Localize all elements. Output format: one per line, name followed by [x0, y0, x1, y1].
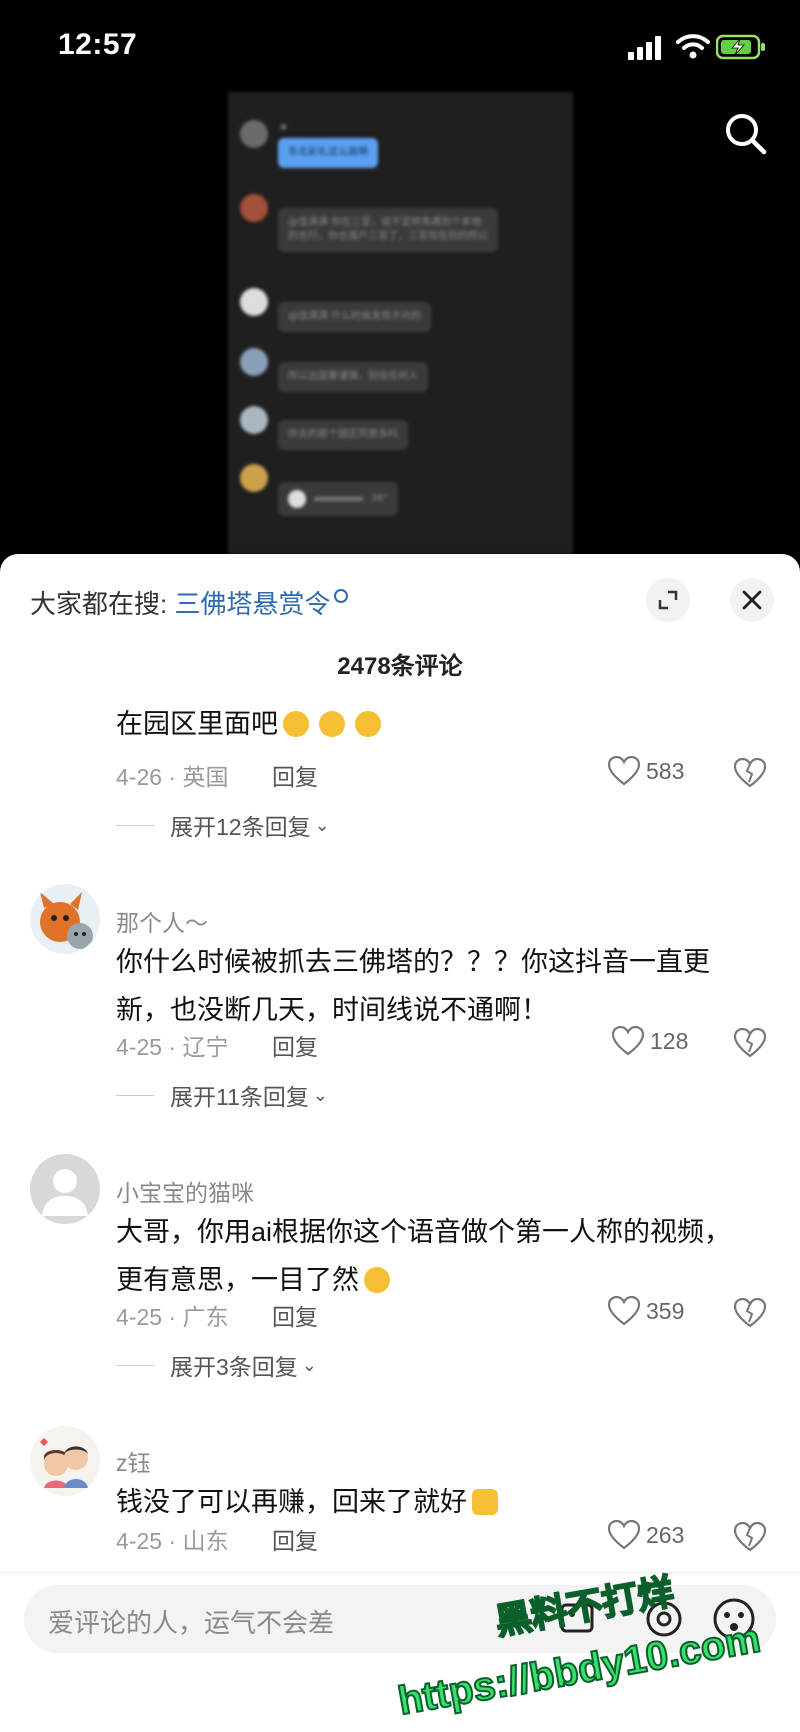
comment-username[interactable]: 小宝宝的猫咪 — [116, 1174, 254, 1208]
comment-date: 4-25 · 山东 — [116, 1528, 229, 1554]
heart-icon — [608, 1296, 640, 1326]
expand-replies[interactable]: 展开11条回复 ⌄ — [116, 1078, 328, 1112]
comment-username[interactable]: z钰 — [116, 1444, 151, 1478]
like-count: 128 — [650, 1027, 689, 1054]
wifi-icon — [676, 34, 710, 59]
expand-replies[interactable]: 展开3条回复 ⌄ — [116, 1348, 317, 1382]
expand-replies[interactable]: 展开12条回复 ⌄ — [116, 808, 330, 842]
close-button[interactable] — [730, 578, 774, 622]
video-chat-row: 你去的那个园区同意多吗 — [240, 406, 408, 450]
avatar — [240, 120, 268, 148]
play-icon[interactable] — [288, 490, 306, 508]
like-button[interactable]: 359 — [608, 1296, 684, 1326]
heart-icon — [608, 1520, 640, 1550]
chevron-down-icon: ⌄ — [314, 814, 330, 835]
comments-sheet: 大家都在搜: 三佛塔悬赏令 2478条评论 在园区里面吧 4-26 · 英国 回… — [0, 554, 800, 1731]
chevron-down-icon: ⌄ — [312, 1084, 328, 1105]
like-count: 583 — [646, 757, 685, 784]
thumbs-up-emoji-icon — [472, 1489, 498, 1515]
crying-emoji-icon — [283, 711, 309, 737]
signal-icon — [628, 36, 661, 60]
dislike-icon[interactable] — [734, 1298, 766, 1328]
like-count: 263 — [646, 1521, 685, 1548]
chat-bubble: 所以出国要谨慎，别信任何人 — [278, 362, 428, 392]
chat-bubble: 你去的那个园区同意多吗 — [278, 420, 408, 450]
like-button[interactable]: 128 — [612, 1026, 688, 1056]
comment-text: 你什么时候被抓去三佛塔的？？？你这抖音一直更 新，也没断几天，时间线说不通啊！ — [116, 947, 710, 1025]
like-count: 359 — [646, 1297, 685, 1324]
search-icon — [334, 589, 349, 603]
battery-icon — [716, 34, 765, 60]
comment-date: 4-26 · 英国 — [116, 764, 229, 790]
reply-button[interactable]: 回复 — [272, 758, 318, 792]
hot-search-keyword[interactable]: 三佛塔悬赏令 — [174, 589, 330, 619]
crying-emoji-icon — [319, 711, 345, 737]
heart-icon — [612, 1026, 644, 1056]
avatar — [240, 288, 268, 316]
avatar — [240, 348, 268, 376]
voice-duration: 36" — [370, 493, 388, 504]
search-icon[interactable] — [722, 110, 770, 158]
reply-button[interactable]: 回复 — [272, 1522, 318, 1556]
reply-button[interactable]: 回复 — [272, 1298, 318, 1332]
close-icon — [742, 590, 762, 610]
comment-input-placeholder: 爱评论的人，运气不会差 — [48, 1608, 335, 1638]
avatar[interactable] — [30, 1426, 100, 1496]
grin-emoji-icon — [364, 1267, 390, 1293]
avatar — [240, 464, 268, 492]
hot-search[interactable]: 大家都在搜: 三佛塔悬赏令 — [30, 584, 349, 621]
dislike-icon[interactable] — [734, 1028, 766, 1058]
like-button[interactable]: 583 — [608, 756, 684, 786]
chat-bubble: @佳满满 什么时候发现不对的 — [278, 302, 432, 332]
expand-icon — [658, 590, 678, 610]
comment-date: 4-25 · 广东 — [116, 1304, 229, 1330]
comment-text: 大哥，你用ai根据你这个语音做个第一人称的视频， 更有意思，一目了然 — [116, 1217, 732, 1295]
avatar — [240, 406, 268, 434]
video-chat-row: @佳满满 什么时候发现不对的 — [240, 288, 432, 332]
comment-username[interactable]: 那个人～ — [116, 904, 208, 938]
chat-bubble: 东北彩礼这么高啊 — [278, 138, 378, 168]
comment-date: 4-25 · 辽宁 — [116, 1034, 229, 1060]
expand-button[interactable] — [646, 578, 690, 622]
video-chat-row: 所以出国要谨慎，别信任何人 — [240, 348, 428, 392]
waveform-icon — [313, 497, 363, 501]
video-chat-row: 36" — [240, 464, 398, 516]
voice-message[interactable]: 36" — [278, 482, 398, 516]
status-bar: 12:57 — [0, 0, 800, 92]
video-frame[interactable]: ● 东北彩礼这么高啊 @佳满满 你在三亚，说不定转角遇到个本地的也行，你也落户三… — [228, 92, 573, 554]
avatar[interactable] — [30, 884, 100, 954]
comment-text: 钱没了可以再赚，回来了就好 — [116, 1478, 503, 1526]
status-time: 12:57 — [58, 28, 138, 61]
video-chat-row: @佳满满 你在三亚，说不定转角遇到个本地的也行，你也落户三亚了，三亚现在别的所以 — [240, 194, 498, 252]
dislike-icon[interactable] — [734, 1522, 766, 1552]
crying-emoji-icon — [355, 711, 381, 737]
video-chat-row: 东北彩礼这么高啊 — [240, 120, 378, 168]
heart-icon — [608, 756, 640, 786]
reply-button[interactable]: 回复 — [272, 1028, 318, 1062]
comment-count: 2478条评论 — [337, 653, 463, 680]
dislike-icon[interactable] — [734, 758, 766, 788]
chat-bubble: @佳满满 你在三亚，说不定转角遇到个本地的也行，你也落户三亚了，三亚现在别的所以 — [278, 208, 498, 252]
comment-text: 在园区里面吧 — [116, 700, 386, 748]
chevron-down-icon: ⌄ — [301, 1354, 317, 1375]
like-button[interactable]: 263 — [608, 1520, 684, 1550]
hot-search-prefix: 大家都在搜: — [30, 589, 168, 619]
avatar — [240, 194, 268, 222]
avatar[interactable] — [30, 1154, 100, 1224]
